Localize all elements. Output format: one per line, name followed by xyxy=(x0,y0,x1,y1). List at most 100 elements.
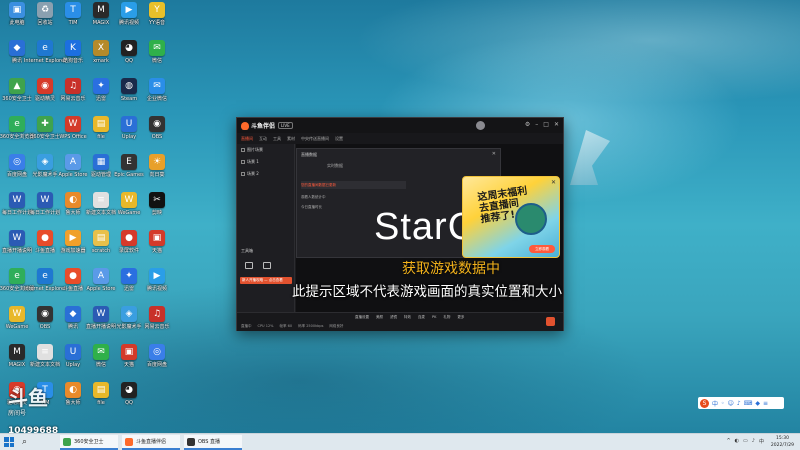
avatar[interactable] xyxy=(476,121,485,130)
desktop-icon[interactable]: ✚ 360安全卫士 xyxy=(30,116,60,140)
app-titlebar[interactable]: 斗鱼伴侣 LIVE ⚙ – □ ✕ xyxy=(237,118,563,133)
taskbar-window-button[interactable]: 斗鱼直播伴侣 xyxy=(122,435,180,450)
desktop-icon[interactable]: ✂ 剪映 xyxy=(142,192,172,216)
menu-icon[interactable]: ≡ xyxy=(763,400,768,407)
desktop-icon[interactable]: Xxmark xyxy=(86,40,116,64)
desktop-icon[interactable]: ◉ OBS xyxy=(30,306,60,330)
tray-icon[interactable]: ♪ xyxy=(752,438,755,445)
ime-toolbar[interactable]: S 中 ◦ ☺ ♪ ⌨ ◆ ≡ xyxy=(698,397,784,409)
checkbox-icon[interactable] xyxy=(241,160,245,164)
desktop-icon[interactable]: ◉ 驱动精灵 xyxy=(30,78,60,102)
keyboard-icon[interactable]: ⌨ xyxy=(744,400,753,407)
desktop-icon[interactable]: ◆ 腾讯 xyxy=(58,306,88,330)
desktop-icon[interactable]: ✉ 微信 xyxy=(142,40,172,64)
bottom-tab[interactable]: 特效 xyxy=(404,315,411,320)
desktop-icon[interactable]: ◎ 百度网盘 xyxy=(142,344,172,368)
tab-live-room[interactable]: 直播间 xyxy=(241,136,253,142)
desktop-icon[interactable]: T TIM xyxy=(58,2,88,26)
tip-bar[interactable]: 新人开播攻略 — 点击查看 xyxy=(240,277,292,284)
tray-icon[interactable]: ▭ xyxy=(743,438,748,445)
desktop-icon[interactable]: ● 斗鱼直播 xyxy=(58,268,88,292)
streaming-app-window[interactable]: 斗鱼伴侣 LIVE ⚙ – □ ✕ 直播间 互动 工具 素材 中央传送直播间 设… xyxy=(236,117,564,331)
bottom-tab[interactable]: 滤镜 xyxy=(390,315,397,320)
bottom-tab[interactable]: 美颜 xyxy=(376,315,383,320)
desktop-icon[interactable]: ▣ 天猫 xyxy=(142,230,172,254)
desktop-icon[interactable]: M MAGIX xyxy=(2,344,32,368)
close-icon[interactable]: ✕ xyxy=(492,151,496,157)
desktop-icon[interactable]: ◐ 鲁大师 xyxy=(58,382,88,406)
desktop-icon[interactable]: ▶ 游戏加速器 xyxy=(58,230,88,254)
tray-icon[interactable]: ^ xyxy=(726,438,730,445)
desktop-icon[interactable]: ▶ 腾讯视频 xyxy=(114,2,144,26)
user-icon[interactable] xyxy=(263,262,271,269)
desktop-icon[interactable]: ♫ 网易云音乐 xyxy=(58,78,88,102)
desktop-icon[interactable]: ≡ 新建文本文档 xyxy=(86,192,116,216)
desktop-icon[interactable]: ● 斗鱼直播 xyxy=(30,230,60,254)
scene-item[interactable]: 图片场景 xyxy=(237,144,294,156)
desktop-icon[interactable]: ▤ file xyxy=(86,116,116,140)
desktop-icon[interactable]: ◉ OBS xyxy=(142,116,172,140)
scene-item[interactable]: 场景 1 xyxy=(237,156,294,168)
promo-card[interactable]: 这周末福利 去直播间 推荐了! 立即观看 ✕ xyxy=(462,176,560,258)
desktop-icon[interactable]: ▦ 驱动管理 xyxy=(86,154,116,178)
tray-icon[interactable]: ◐ xyxy=(735,438,739,445)
close-icon[interactable]: ✕ xyxy=(551,179,556,186)
desktop-icon[interactable]: W 直播开播说明 xyxy=(2,230,32,254)
desktop-icon[interactable]: ▤ scratch xyxy=(86,230,116,254)
tab-tools[interactable]: 工具 xyxy=(273,136,281,142)
desktop-icon[interactable]: E Epic Games xyxy=(114,154,144,178)
desktop-icon[interactable]: W WeGame xyxy=(2,306,32,330)
skin-icon[interactable]: ◆ xyxy=(755,400,760,407)
mic-icon[interactable]: ♪ xyxy=(737,400,741,407)
maximize-icon[interactable]: □ xyxy=(543,121,549,129)
desktop-icon[interactable]: ≡ 新建文本文档 xyxy=(30,344,60,368)
sogou-icon[interactable]: S xyxy=(700,398,709,408)
tab-central[interactable]: 中央传送直播间 xyxy=(301,136,329,142)
desktop-icon[interactable]: ◈ 光影魔术手 xyxy=(114,306,144,330)
desktop-icon[interactable]: K 酷狗音乐 xyxy=(58,40,88,64)
desktop-icon[interactable]: A Apple Store xyxy=(58,154,88,178)
dialog-subtitle[interactable]: 实时数据 xyxy=(327,163,343,169)
search-icon[interactable]: ⌕ xyxy=(22,437,27,447)
desktop-icon[interactable]: e Internet Explorer xyxy=(24,40,66,64)
desktop-icon[interactable]: ☀ 向日葵 xyxy=(142,154,172,178)
desktop-icon[interactable]: ◕ QQ xyxy=(114,40,144,64)
settings-icon[interactable]: ⚙ xyxy=(525,121,530,129)
desktop-icon[interactable]: U Uplay xyxy=(58,344,88,368)
emoji-icon[interactable]: ☺ xyxy=(728,400,734,407)
punctuation-icon[interactable]: ◦ xyxy=(721,400,725,407)
desktop-icon[interactable]: M MAGIX xyxy=(86,2,116,26)
bottom-tab[interactable]: 更多 xyxy=(457,315,464,320)
desktop-icon[interactable]: ✉ 企业微信 xyxy=(142,78,172,102)
desktop-icon[interactable]: ◍ Steam xyxy=(114,78,144,102)
desktop-icon[interactable]: ▶ 腾讯视频 xyxy=(142,268,172,292)
tab-settings[interactable]: 设置 xyxy=(335,136,343,142)
desktop-icon[interactable]: W WeGame xyxy=(114,192,144,216)
checkbox-icon[interactable] xyxy=(241,172,245,176)
desktop-icon[interactable]: W WPS Office xyxy=(58,116,88,140)
clock[interactable]: 15:30 2022/7/29 xyxy=(771,435,794,449)
desktop-icon[interactable]: Y YY语音 xyxy=(142,2,172,26)
bottom-tab[interactable]: PK xyxy=(432,315,436,320)
desktop-icon[interactable]: ◈ 光影魔术手 xyxy=(30,154,60,178)
desktop-icon[interactable]: ✦ 迅雷 xyxy=(114,268,144,292)
desktop-icon[interactable]: ♻ 回收站 xyxy=(30,2,60,26)
desktop-icon[interactable]: ✦ 迅雷 xyxy=(86,78,116,102)
tab-material[interactable]: 素材 xyxy=(287,136,295,142)
desktop-icon[interactable]: e Internet Explorer xyxy=(24,268,66,292)
desktop-icon[interactable]: ◐ 鲁大师 xyxy=(58,192,88,216)
taskbar-window-button[interactable]: OBS 直播 xyxy=(184,435,242,450)
desktop-icon[interactable]: U Uplay xyxy=(114,116,144,140)
desktop-icon[interactable]: e 360安全浏览器 xyxy=(0,116,34,140)
bottom-tab[interactable]: 连麦 xyxy=(418,315,425,320)
windows-start-icon[interactable] xyxy=(4,437,14,447)
taskbar-window-button[interactable]: 360安全卫士 xyxy=(60,435,118,450)
desktop-icon[interactable]: ◕ QQ xyxy=(114,382,144,406)
checkbox-icon[interactable] xyxy=(241,148,245,152)
ime-mode-icon[interactable]: 中 xyxy=(712,399,718,408)
desktop-icon[interactable]: ▤ file xyxy=(86,382,116,406)
desktop-icon[interactable]: ◎ 百度网盘 xyxy=(2,154,32,178)
desktop-icon[interactable]: ✉ 微信 xyxy=(86,344,116,368)
desktop-icon[interactable]: W 每日工作计划 xyxy=(2,192,32,216)
desktop-icon[interactable]: ▲ 360安全卫士 xyxy=(2,78,32,102)
